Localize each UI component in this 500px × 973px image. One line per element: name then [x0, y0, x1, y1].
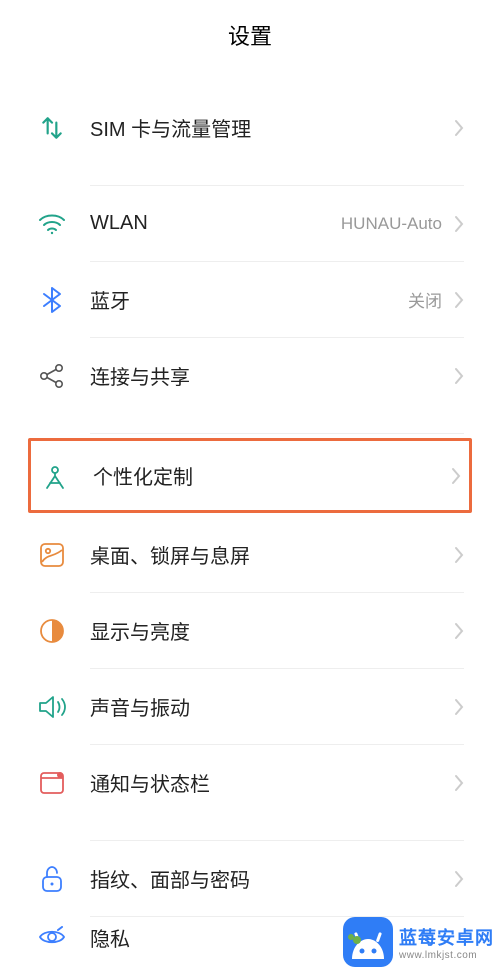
- watermark-cn: 蓝莓安卓网: [399, 924, 494, 950]
- page-header: 设置: [0, 0, 500, 70]
- watermark-url: www.lmkjst.com: [399, 950, 477, 961]
- wifi-icon: [36, 208, 68, 240]
- section-gap: [0, 70, 500, 90]
- row-label: 指纹、面部与密码: [90, 864, 454, 893]
- row-notification[interactable]: 通知与状态栏: [0, 745, 500, 820]
- chevron-right-icon: [454, 215, 464, 233]
- row-biometric[interactable]: 指纹、面部与密码: [0, 841, 500, 916]
- row-label: SIM 卡与流量管理: [90, 113, 454, 142]
- row-label: WLAN: [90, 212, 341, 235]
- row-bluetooth[interactable]: 蓝牙 关闭: [0, 262, 500, 337]
- watermark-icon: [343, 917, 393, 967]
- chevron-right-icon: [454, 119, 464, 137]
- lock-icon: [36, 863, 68, 895]
- row-share[interactable]: 连接与共享: [0, 338, 500, 413]
- chevron-right-icon: [454, 774, 464, 792]
- chevron-right-icon: [454, 622, 464, 640]
- chevron-right-icon: [454, 698, 464, 716]
- row-personalization[interactable]: 个性化定制: [28, 438, 472, 513]
- sound-icon: [36, 691, 68, 723]
- sim-swap-icon: [36, 112, 68, 144]
- chevron-right-icon: [454, 870, 464, 888]
- chevron-right-icon: [454, 367, 464, 385]
- chevron-right-icon: [454, 291, 464, 309]
- gallery-icon: [36, 539, 68, 571]
- section-gap: [0, 165, 500, 185]
- row-sim[interactable]: SIM 卡与流量管理: [0, 90, 500, 165]
- row-label: 蓝牙: [90, 285, 408, 314]
- row-label: 通知与状态栏: [90, 768, 454, 797]
- row-label: 个性化定制: [93, 461, 451, 490]
- share-icon: [36, 360, 68, 392]
- row-desktop[interactable]: 桌面、锁屏与息屏: [0, 517, 500, 592]
- notification-icon: [36, 767, 68, 799]
- row-label: 显示与亮度: [90, 616, 454, 645]
- section-gap: [0, 413, 500, 433]
- divider: [90, 433, 464, 434]
- chevron-right-icon: [454, 546, 464, 564]
- row-label: 连接与共享: [90, 361, 454, 390]
- settings-list: SIM 卡与流量管理 WLAN HUNAU-Auto 蓝牙: [0, 70, 500, 957]
- section-gap: [0, 820, 500, 840]
- compass-icon: [39, 460, 71, 492]
- page-title: 设置: [228, 19, 272, 51]
- row-sound[interactable]: 声音与振动: [0, 669, 500, 744]
- row-value: 关闭: [408, 287, 442, 312]
- row-label: 桌面、锁屏与息屏: [90, 540, 454, 569]
- row-wlan[interactable]: WLAN HUNAU-Auto: [0, 186, 500, 261]
- brightness-icon: [36, 615, 68, 647]
- row-display[interactable]: 显示与亮度: [0, 593, 500, 668]
- row-value: HUNAU-Auto: [341, 214, 442, 234]
- chevron-right-icon: [451, 467, 461, 485]
- bluetooth-icon: [36, 284, 68, 316]
- privacy-icon: [36, 921, 68, 953]
- watermark: 蓝莓安卓网 www.lmkjst.com: [343, 917, 494, 967]
- row-label: 声音与振动: [90, 692, 454, 721]
- watermark-text: 蓝莓安卓网 www.lmkjst.com: [399, 924, 494, 961]
